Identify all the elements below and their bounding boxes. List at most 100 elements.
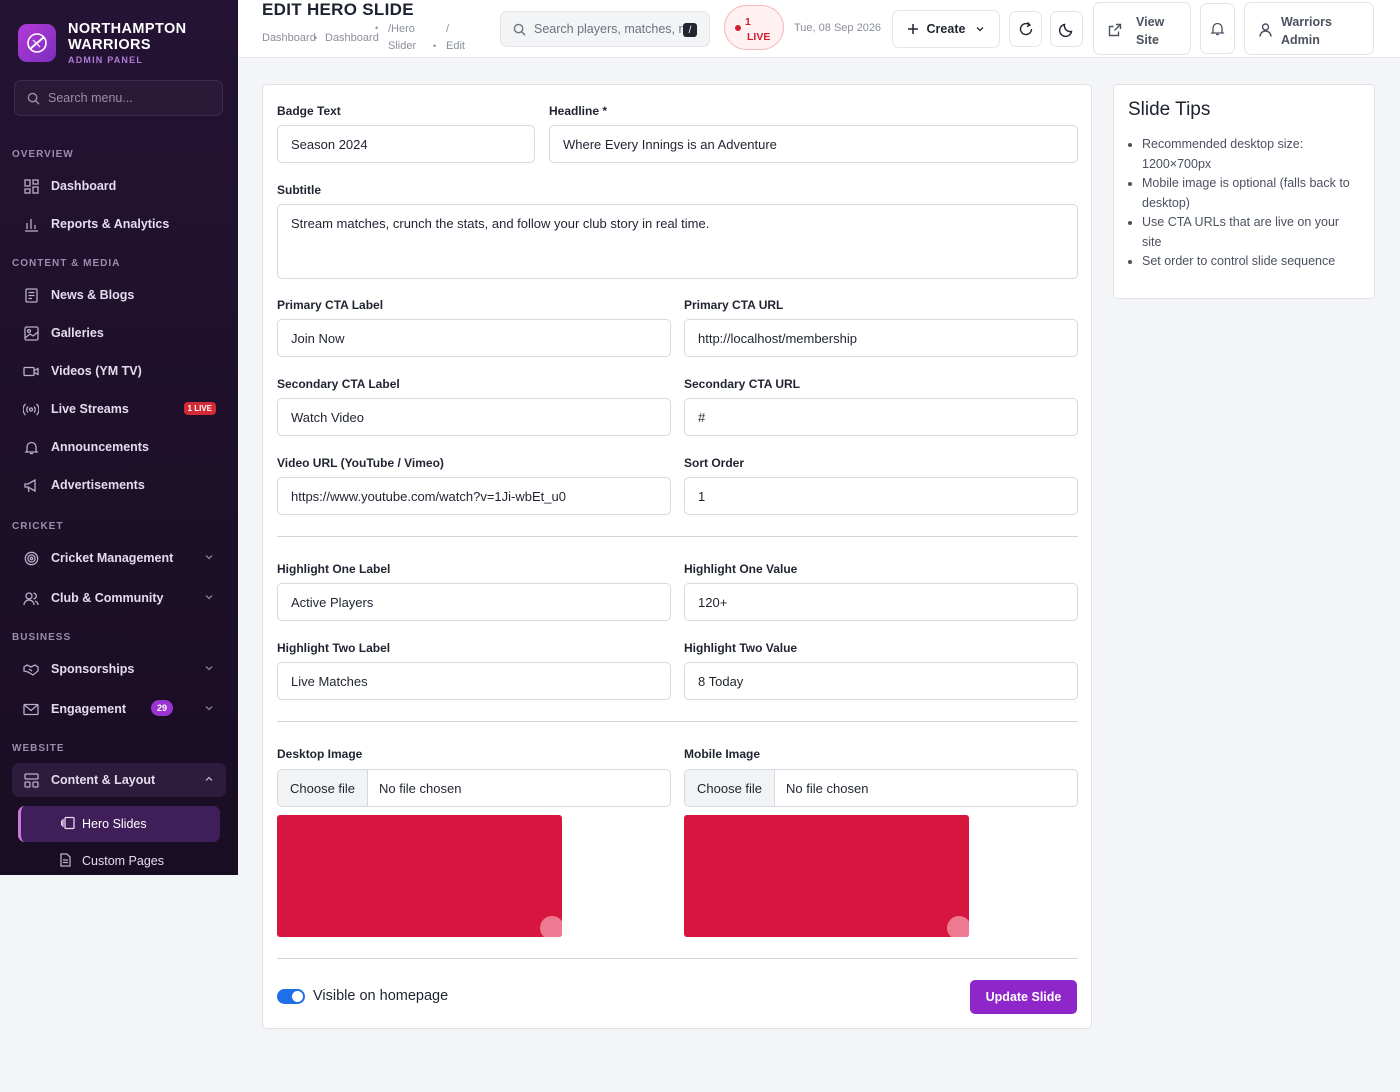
highlight-one-value-input[interactable]: 120+ — [684, 583, 1078, 621]
search-icon — [513, 23, 526, 36]
sidebar-item-announcements[interactable]: Announcements — [12, 430, 226, 464]
target-icon — [23, 550, 39, 566]
badge-text-input[interactable]: Season 2024 — [277, 125, 535, 163]
refresh-button[interactable] — [1009, 11, 1042, 47]
highlight-two-label-input[interactable]: Live Matches — [277, 662, 671, 700]
sidebar-item-label: Galleries — [51, 326, 104, 340]
mobile-choose-file-button[interactable]: Choose file — [685, 770, 776, 806]
sidebar-item-galleries[interactable]: Galleries — [12, 316, 226, 350]
sidebar-item-label: Engagement — [51, 702, 127, 716]
breadcrumb-hero[interactable]: /Hero — [388, 20, 415, 38]
mobile-file-status: No file chosen — [786, 780, 869, 796]
sidebar-subitem-custom-pages[interactable]: Custom Pages — [18, 843, 220, 875]
visible-toggle-label: Visible on homepage — [313, 988, 449, 1004]
sidebar-item-engagement[interactable]: Engagement 29 — [12, 692, 226, 726]
breadcrumb-edit: Edit — [446, 40, 465, 52]
live-dot-icon — [735, 25, 741, 31]
slides-icon — [60, 816, 75, 833]
subtitle-textarea[interactable]: Stream matches, crunch the stats, and fo… — [277, 204, 1078, 279]
sidebar-item-label: Club & Community — [51, 591, 164, 605]
view-site-label-2: Site — [1136, 33, 1159, 47]
sidebar-item-sponsorships[interactable]: Sponsorships — [12, 652, 226, 686]
sidebar-search-input[interactable]: Search menu... — [14, 80, 223, 116]
theme-toggle-button[interactable] — [1050, 11, 1083, 47]
file-icon — [58, 853, 72, 870]
video-url-input[interactable]: https://www.youtube.com/watch?v=1Ji-wbEt… — [277, 477, 671, 515]
sidebar-item-news[interactable]: News & Blogs — [12, 278, 226, 312]
sidebar-item-label: Videos (YM TV) — [51, 364, 142, 378]
tip-item: Recommended desktop size: 1200×700px — [1142, 135, 1360, 174]
divider — [277, 536, 1078, 537]
preview-ball-icon — [540, 916, 562, 937]
highlight-one-label-input[interactable]: Active Players — [277, 583, 671, 621]
sidebar-item-dashboard[interactable]: Dashboard — [12, 169, 226, 203]
divider — [277, 721, 1078, 722]
highlight-one-value-label: Highlight One Value — [684, 562, 798, 576]
breadcrumb-dashboard[interactable]: Dashboard — [262, 29, 316, 47]
sidebar-item-label: Reports & Analytics — [51, 217, 170, 231]
sort-order-input[interactable]: 1 — [684, 477, 1078, 515]
user-menu-button[interactable]: Warriors Admin — [1244, 2, 1374, 55]
highlight-two-label-label: Highlight Two Label — [277, 641, 391, 655]
section-content-media: CONTENT & MEDIA — [12, 258, 121, 269]
update-slide-button[interactable]: Update Slide — [970, 980, 1077, 1014]
tips-list: Recommended desktop size: 1200×700px Mob… — [1128, 135, 1360, 272]
live-count: 1 — [745, 16, 751, 28]
sidebar-item-label: Announcements — [51, 440, 149, 454]
desktop-image-file-input[interactable]: Choose file No file chosen — [277, 769, 671, 807]
sidebar-item-content-layout[interactable]: Content & Layout — [12, 763, 226, 797]
megaphone-icon — [23, 477, 39, 493]
view-site-label-1: View — [1136, 15, 1165, 29]
sidebar-item-club-community[interactable]: Club & Community — [12, 581, 226, 615]
secondary-cta-label-input[interactable]: Watch Video — [277, 398, 671, 436]
create-button[interactable]: Create — [892, 10, 1000, 48]
view-site-button[interactable]: View Site — [1093, 2, 1191, 55]
sidebar: NORTHAMPTON WARRIORS ADMIN PANEL Search … — [0, 0, 238, 875]
secondary-cta-url-label: Secondary CTA URL — [684, 377, 801, 391]
desktop-choose-file-button[interactable]: Choose file — [278, 770, 369, 806]
sidebar-item-live-streams[interactable]: Live Streams 1 LIVE — [12, 392, 226, 426]
live-status-pill[interactable]: 1 LIVE — [724, 5, 784, 50]
user-icon — [1259, 23, 1272, 42]
plus-icon — [907, 24, 918, 34]
sidebar-item-label: Live Streams — [51, 402, 129, 416]
headline-input[interactable]: Where Every Innings is an Adventure — [549, 125, 1078, 163]
brand-subtitle: ADMIN PANEL — [68, 55, 144, 65]
breadcrumb-dashboard-2[interactable]: Dashboard — [325, 29, 379, 47]
global-search-input[interactable]: Search players, matches, r / — [500, 11, 710, 47]
sidebar-subitem-hero-slides[interactable]: Hero Slides — [18, 806, 220, 842]
notifications-button[interactable] — [1200, 3, 1235, 54]
desktop-image-label: Desktop Image — [277, 747, 363, 761]
sidebar-subitem-label: Custom Pages — [82, 854, 164, 868]
chevron-down-icon — [205, 706, 213, 711]
divider — [277, 958, 1078, 959]
sidebar-item-reports[interactable]: Reports & Analytics — [12, 207, 226, 241]
secondary-cta-url-input[interactable]: # — [684, 398, 1078, 436]
sidebar-item-label: Content & Layout — [51, 773, 156, 787]
primary-cta-url-input[interactable]: http://localhost/membership — [684, 319, 1078, 357]
breadcrumb-slash: / — [446, 23, 450, 35]
sidebar-item-advertisements[interactable]: Advertisements — [12, 468, 226, 502]
brand[interactable]: NORTHAMPTON WARRIORS ADMIN PANEL — [0, 0, 238, 70]
sidebar-item-cricket-management[interactable]: Cricket Management — [12, 541, 226, 575]
video-icon — [23, 363, 39, 379]
breadcrumb-separator-dot: • — [375, 23, 379, 33]
engagement-count-badge: 29 — [151, 700, 174, 716]
sidebar-item-label: Advertisements — [51, 478, 145, 492]
layout-icon — [23, 772, 39, 788]
moon-icon — [1059, 23, 1073, 37]
highlight-two-value-input[interactable]: 8 Today — [684, 662, 1078, 700]
tip-item: Set order to control slide sequence — [1142, 252, 1360, 272]
visible-toggle[interactable] — [277, 989, 305, 1004]
external-link-icon — [1108, 23, 1122, 42]
chevron-up-icon — [205, 776, 213, 781]
sidebar-item-videos[interactable]: Videos (YM TV) — [12, 354, 226, 388]
primary-cta-label-input[interactable]: Join Now — [277, 319, 671, 357]
video-url-label: Video URL (YouTube / Vimeo) — [277, 456, 444, 470]
slide-tips-card: Slide Tips Recommended desktop size: 120… — [1113, 84, 1375, 299]
breadcrumb-slider[interactable]: Slider — [388, 37, 416, 55]
bell-icon — [1210, 22, 1225, 36]
desktop-file-status: No file chosen — [379, 780, 462, 796]
global-search-placeholder: Search players, matches, r — [534, 22, 683, 36]
mobile-image-file-input[interactable]: Choose file No file chosen — [684, 769, 1078, 807]
